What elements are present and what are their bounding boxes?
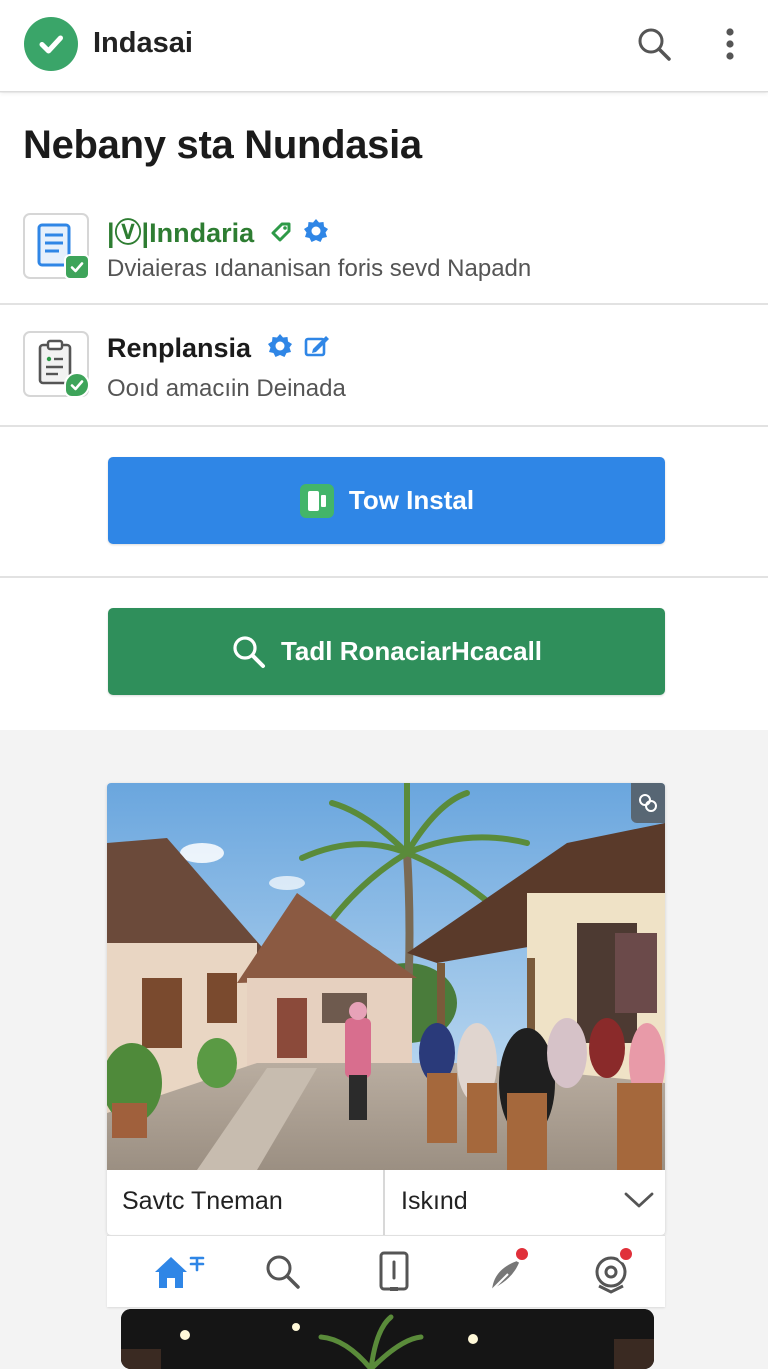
- dropdown-value: Iskınd: [401, 1187, 468, 1215]
- nav-location-button[interactable]: [585, 1245, 641, 1296]
- main-content: Nebany sta Nundasia |Ⓥ|Inndaria Dviaiera…: [0, 93, 768, 730]
- expand-icon: [639, 794, 657, 812]
- notification-dot: [617, 1245, 635, 1263]
- install-button[interactable]: Tow Instal: [108, 457, 665, 544]
- item-subtitle: Ooıd amacıin Deinada: [107, 375, 346, 402]
- search-icon: [231, 634, 267, 670]
- next-photo-card[interactable]: [121, 1309, 654, 1369]
- check-badge-icon: [64, 372, 90, 398]
- install-button-label: Tow Instal: [348, 485, 475, 515]
- night-photo: [121, 1309, 654, 1369]
- edit-icon: [304, 334, 330, 365]
- nav-search-button[interactable]: [255, 1248, 311, 1296]
- nav-home-button[interactable]: [151, 1248, 207, 1296]
- phone-install-icon: [299, 483, 335, 519]
- home-icon: [155, 1256, 205, 1288]
- search-button[interactable]: [632, 22, 676, 66]
- expand-photo-button[interactable]: [631, 783, 665, 823]
- search-action-button[interactable]: Tadl RonaciarHcacall: [108, 608, 665, 695]
- photo-caption: Savtc Tneman: [107, 1170, 385, 1235]
- notification-dot: [513, 1245, 531, 1263]
- search-icon: [638, 28, 671, 61]
- item-title: |Ⓥ|Inndaria: [107, 211, 329, 251]
- page-title: Nebany sta Nundasia: [23, 123, 422, 167]
- village-photo: [107, 783, 665, 1170]
- app-bar: Indasai: [0, 0, 768, 92]
- list-item-renplansia[interactable]: Renplansia Ooıd amacıin Deinada: [0, 305, 768, 427]
- nav-phone-button[interactable]: [365, 1248, 421, 1296]
- chevron-down-icon: [624, 1192, 654, 1208]
- search-icon: [266, 1255, 300, 1289]
- tag-icon: [270, 219, 292, 250]
- photo-card[interactable]: Savtc Tneman Iskınd: [107, 783, 665, 1235]
- more-vert-icon: [726, 28, 734, 60]
- phone-icon: [379, 1251, 409, 1291]
- nav-feather-button[interactable]: [479, 1245, 535, 1296]
- app-title: Indasai: [93, 27, 193, 59]
- clipboard-icon: [23, 331, 90, 398]
- search-button-label: Tadl RonaciarHcacall: [280, 636, 543, 666]
- divider: [0, 576, 768, 578]
- app-logo-check-icon: [24, 17, 78, 71]
- check-badge-icon: [64, 254, 90, 280]
- verified-icon: [267, 333, 293, 366]
- bottom-nav: [107, 1235, 665, 1307]
- document-icon: [23, 213, 90, 280]
- item-subtitle: Dviaieras ıdananisan foris sevd Napadn: [107, 255, 532, 282]
- verified-icon: [303, 218, 329, 251]
- more-options-button[interactable]: [712, 22, 748, 66]
- list-item-inndaria[interactable]: |Ⓥ|Inndaria Dviaieras ıdananisan foris s…: [0, 199, 768, 305]
- item-title: Renplansia: [107, 333, 330, 366]
- photo-location-dropdown[interactable]: Iskınd: [387, 1170, 665, 1235]
